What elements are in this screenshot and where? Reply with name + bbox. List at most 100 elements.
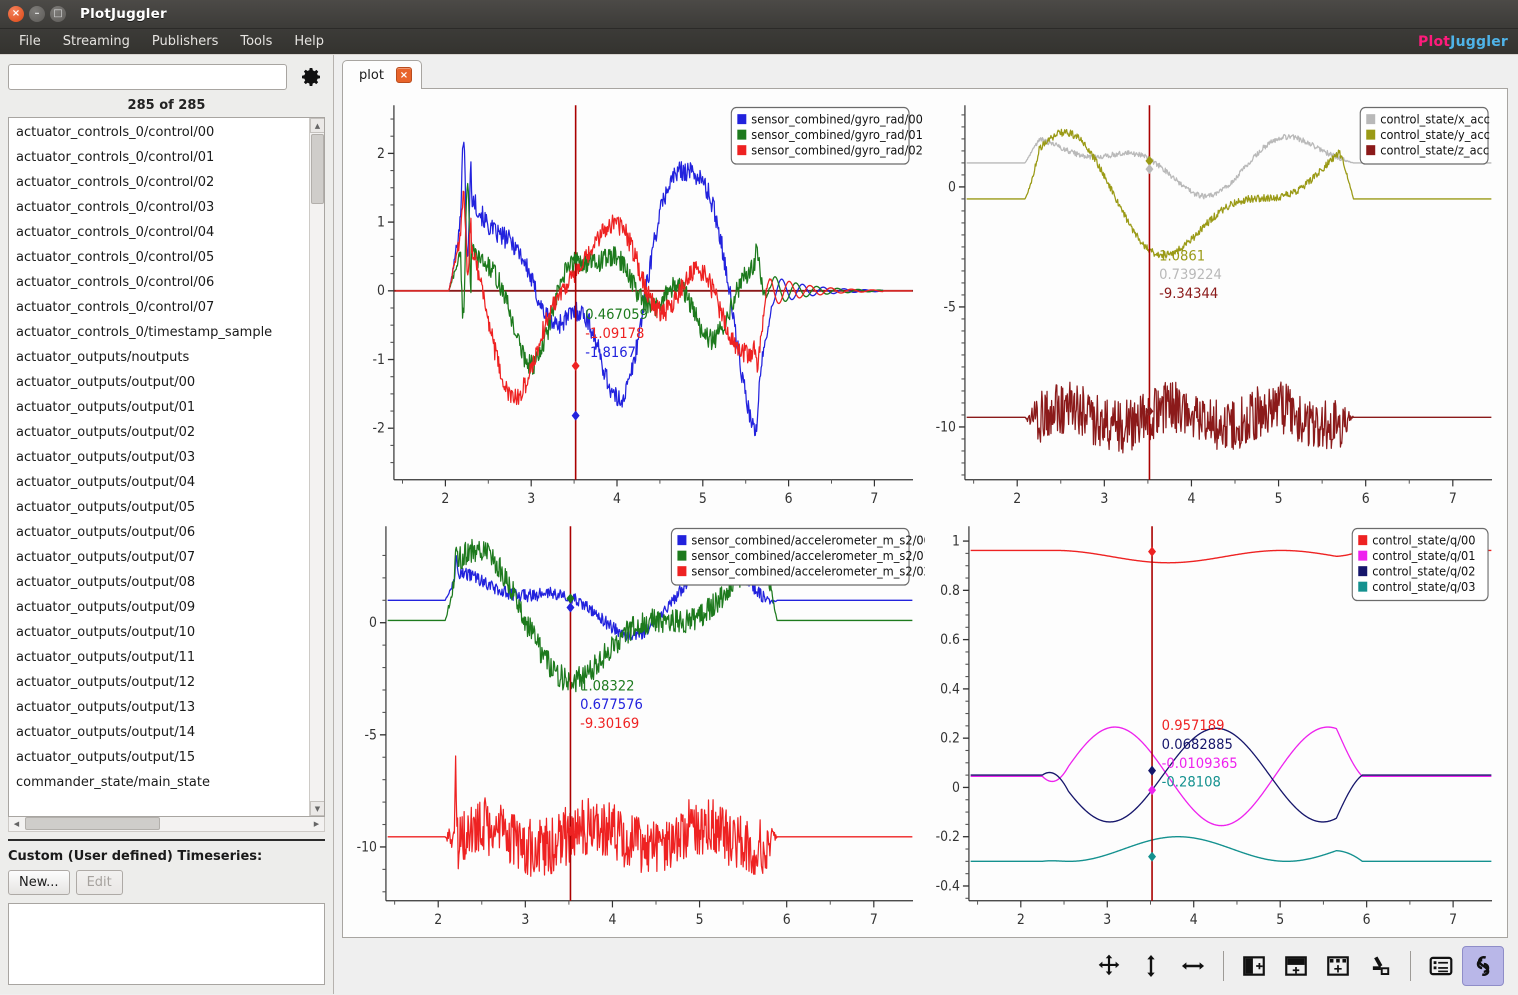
- timeseries-list-item[interactable]: actuator_controls_0/control/03: [13, 195, 309, 220]
- menu-publishers[interactable]: Publishers: [141, 32, 229, 51]
- tab-plot[interactable]: plot ×: [342, 60, 422, 89]
- plot-accelerometer[interactable]: 0-5-102345671.083220.677576-9.30169senso…: [346, 513, 925, 934]
- menu-file[interactable]: File: [8, 32, 52, 51]
- y-tick-label: 0.6: [940, 632, 960, 648]
- timeseries-list-item[interactable]: actuator_controls_0/control/06: [13, 270, 309, 295]
- timeseries-list-item[interactable]: actuator_outputs/output/04: [13, 470, 309, 495]
- timeseries-list-item[interactable]: actuator_outputs/output/09: [13, 595, 309, 620]
- cursor-marker-0: [566, 603, 574, 613]
- scroll-right-button[interactable]: ▶: [309, 817, 324, 830]
- timeseries-list-item[interactable]: actuator_outputs/output/05: [13, 495, 309, 520]
- window-close-button[interactable]: ×: [8, 6, 24, 22]
- move-arrows-icon: [1096, 953, 1122, 979]
- timeseries-list-item[interactable]: actuator_controls_0/control/05: [13, 245, 309, 270]
- annotation-value-1: 0.0682885: [1162, 736, 1233, 753]
- y-tick-label: -10: [936, 420, 956, 436]
- timeseries-list-item[interactable]: actuator_controls_0/control/01: [13, 145, 309, 170]
- timeseries-list-item[interactable]: commander_state/main_state: [13, 770, 309, 795]
- timeseries-list-item[interactable]: actuator_outputs/output/03: [13, 445, 309, 470]
- timeseries-list-item[interactable]: actuator_outputs/output/12: [13, 670, 309, 695]
- horizontal-scroll-thumb[interactable]: [25, 817, 160, 830]
- x-tick-label: 3: [1100, 491, 1108, 507]
- x-tick-label: 7: [870, 912, 878, 928]
- timeseries-list-item[interactable]: actuator_outputs/output/10: [13, 620, 309, 645]
- timeseries-list-item[interactable]: actuator_outputs/output/14: [13, 720, 309, 745]
- legend-label-2: control_state/z_acc: [1380, 143, 1489, 158]
- x-tick-label: 4: [613, 491, 621, 507]
- series-line-3: [971, 837, 1492, 862]
- timeseries-list-item[interactable]: actuator_outputs/output/11: [13, 645, 309, 670]
- plot-control-state-acc[interactable]: 0-5-102345671.08610.739224-9.34344contro…: [925, 92, 1504, 513]
- legend-swatch-1: [677, 551, 686, 561]
- search-input[interactable]: [8, 64, 287, 90]
- window-maximize-button[interactable]: □: [50, 6, 66, 22]
- zoom-horizontal-button[interactable]: [1172, 946, 1214, 986]
- y-tick-label: 0.4: [940, 682, 960, 698]
- timeseries-list-item[interactable]: actuator_outputs/output/00: [13, 370, 309, 395]
- link-axes-button[interactable]: [1462, 946, 1504, 986]
- legend-label-1: sensor_combined/gyro_rad/01: [751, 128, 923, 143]
- timeseries-list-wrapper: actuator_controls_0/control/00actuator_c…: [8, 117, 325, 832]
- add-plot-button[interactable]: [1317, 946, 1359, 986]
- list-view-button[interactable]: [1420, 946, 1462, 986]
- erase-plot-button[interactable]: [1359, 946, 1401, 986]
- series-line-2: [388, 756, 913, 876]
- x-tick-label: 6: [1363, 912, 1371, 928]
- legend-label-2: sensor_combined/gyro_rad/02: [751, 143, 923, 158]
- custom-timeseries-listbox[interactable]: [8, 903, 325, 985]
- plot-control-state-q[interactable]: 10.80.60.40.20-0.2-0.42345670.9571890.06…: [925, 513, 1504, 934]
- timeseries-listbox[interactable]: actuator_controls_0/control/00actuator_c…: [8, 117, 325, 817]
- timeseries-list-item[interactable]: actuator_outputs/output/15: [13, 745, 309, 770]
- scroll-down-button[interactable]: ▼: [310, 801, 325, 816]
- timeseries-list-item[interactable]: actuator_outputs/output/01: [13, 395, 309, 420]
- window-minimize-button[interactable]: –: [29, 6, 45, 22]
- menu-streaming[interactable]: Streaming: [52, 32, 141, 51]
- legend-label-2: control_state/q/02: [1372, 564, 1475, 579]
- y-tick-label: 0: [369, 616, 377, 632]
- edit-custom-timeseries-button[interactable]: Edit: [76, 870, 123, 895]
- split-vertical-button[interactable]: [1233, 946, 1275, 986]
- vertical-scrollbar[interactable]: ▲ ▼: [309, 118, 324, 816]
- legend-swatch-2: [737, 145, 746, 155]
- legend-swatch-3: [1358, 582, 1367, 592]
- timeseries-list-item[interactable]: actuator_controls_0/control/07: [13, 295, 309, 320]
- vertical-scroll-thumb[interactable]: [311, 134, 324, 204]
- window-controls: × – □: [8, 6, 66, 22]
- timeseries-list-item[interactable]: actuator_outputs/output/13: [13, 695, 309, 720]
- menu-tools[interactable]: Tools: [229, 32, 283, 51]
- horizontal-scrollbar[interactable]: ◀ ▶: [8, 817, 325, 832]
- timeseries-list-item[interactable]: actuator_controls_0/control/00: [13, 120, 309, 145]
- scroll-left-button[interactable]: ◀: [9, 818, 24, 831]
- split-horizontal-button[interactable]: [1275, 946, 1317, 986]
- y-tick-label: 0: [948, 180, 956, 196]
- y-tick-label: 1: [952, 534, 960, 550]
- y-tick-label: -2: [372, 421, 384, 437]
- zoom-vertical-button[interactable]: [1130, 946, 1172, 986]
- scroll-up-button[interactable]: ▲: [310, 118, 325, 133]
- annotation-value-2: -9.30169: [580, 715, 639, 732]
- y-tick-label: 0: [377, 284, 385, 300]
- new-custom-timeseries-button[interactable]: New...: [8, 870, 70, 895]
- timeseries-list-item[interactable]: actuator_controls_0/timestamp_sample: [13, 320, 309, 345]
- legend-label-1: sensor_combined/accelerometer_m_s2/01: [691, 549, 925, 564]
- timeseries-list-item[interactable]: actuator_controls_0/control/02: [13, 170, 309, 195]
- plot-gyro[interactable]: 210-1-22345670.467059-1.09178-1.8167sens…: [346, 92, 925, 513]
- pan-both-axes-button[interactable]: [1088, 946, 1130, 986]
- timeseries-list-item[interactable]: actuator_controls_0/control/04: [13, 220, 309, 245]
- timeseries-list-item[interactable]: actuator_outputs/output/08: [13, 570, 309, 595]
- settings-gear-button[interactable]: [297, 63, 325, 91]
- y-tick-label: 0: [952, 780, 960, 796]
- annotation-value-0: 1.0861: [1159, 248, 1205, 265]
- y-tick-label: 1: [377, 215, 385, 231]
- timeseries-list-item[interactable]: actuator_outputs/output/02: [13, 420, 309, 445]
- annotation-value-3: -0.28108: [1162, 774, 1221, 791]
- annotation-value-2: -0.0109365: [1162, 755, 1238, 772]
- menu-help[interactable]: Help: [283, 32, 335, 51]
- timeseries-list-item[interactable]: actuator_outputs/output/07: [13, 545, 309, 570]
- timeseries-list-item[interactable]: actuator_outputs/noutputs: [13, 345, 309, 370]
- toolbar-divider-2: [1410, 951, 1411, 981]
- legend-label-2: sensor_combined/accelerometer_m_s2/02: [691, 564, 925, 579]
- tab-close-icon[interactable]: ×: [396, 67, 412, 83]
- timeseries-list-item[interactable]: actuator_outputs/output/06: [13, 520, 309, 545]
- x-tick-label: 5: [1276, 912, 1284, 928]
